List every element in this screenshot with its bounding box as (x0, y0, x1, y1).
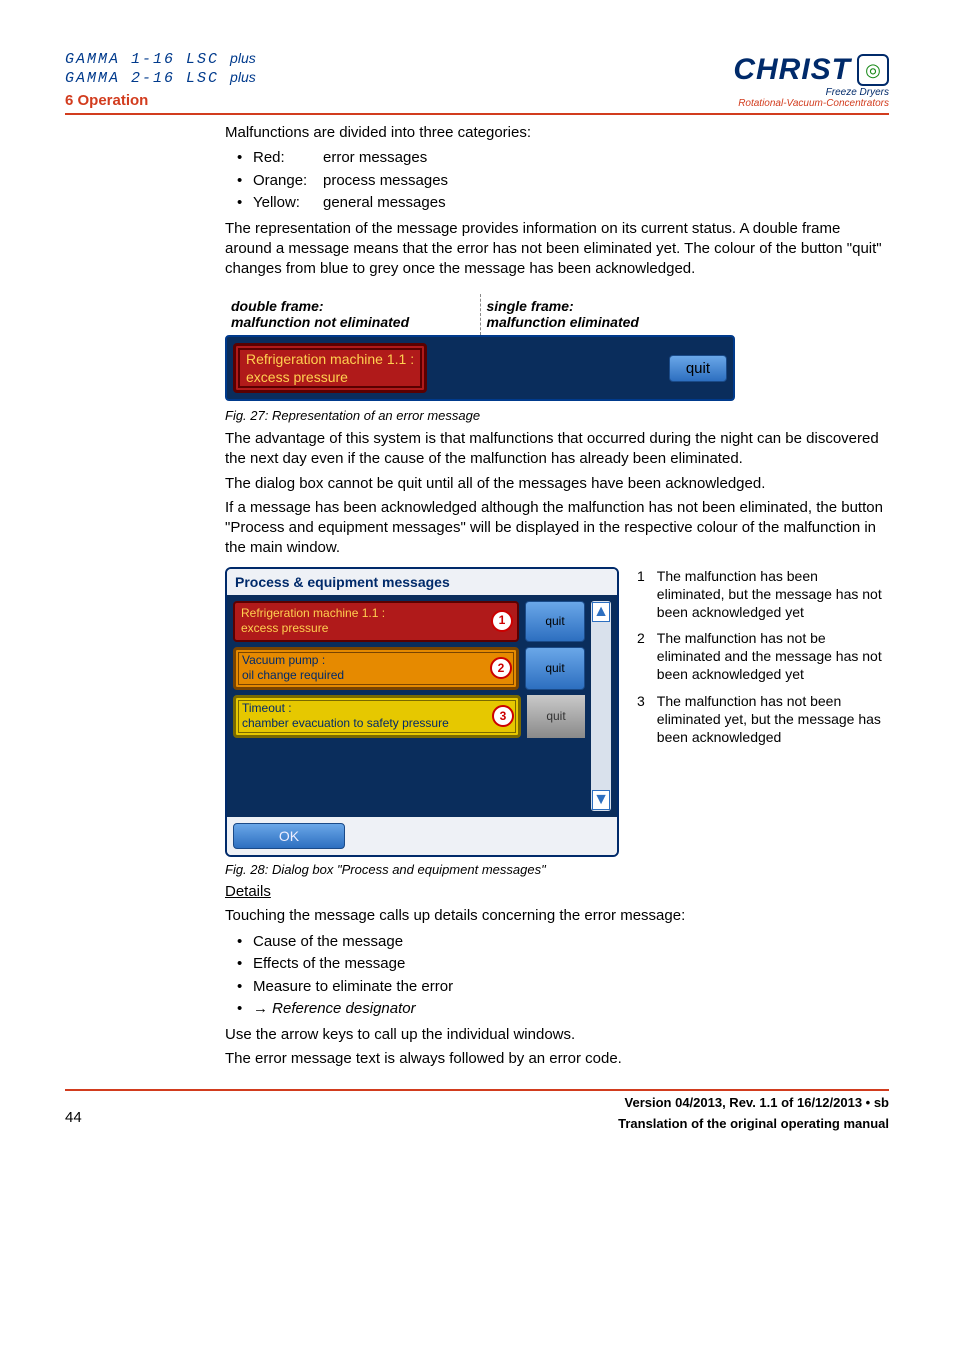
model-1: GAMMA 1-16 LSC (65, 51, 219, 68)
fig27-col-right: single frame: malfunction eliminated (481, 294, 736, 336)
fig27-col1b: malfunction not eliminated (231, 314, 409, 330)
mid-p2: The dialog box cannot be quit until all … (225, 474, 889, 494)
figure-28-dialog: Process & equipment messages Refrigerati… (225, 567, 619, 857)
scroll-up-icon[interactable]: ▲ (592, 602, 610, 622)
list-item: Cause of the message (233, 931, 889, 954)
message-list: Refrigeration machine 1.1 : excess press… (233, 601, 585, 811)
list-item: → Reference designator (233, 998, 889, 1021)
cat-label: Red: (253, 147, 323, 170)
msg-red[interactable]: Refrigeration machine 1.1 : excess press… (233, 601, 519, 642)
row-l2: excess pressure (241, 621, 328, 635)
row-l1: Timeout : (242, 701, 292, 715)
fig27-col1a: double frame: (231, 298, 324, 314)
message-row: Refrigeration machine 1.1 : excess press… (233, 601, 585, 642)
list-item: Orange:process messages (233, 170, 889, 193)
figure-27: double frame: malfunction not eliminated… (225, 294, 735, 402)
details-heading: Details (225, 882, 889, 902)
figure-28-wrap: Process & equipment messages Refrigerati… (225, 567, 889, 857)
row-l2: chamber evacuation to safety pressure (242, 716, 449, 730)
legend-item: 3 The malfunction has not been eliminate… (637, 692, 889, 747)
msg-line2: excess pressure (246, 369, 348, 385)
cat-desc: error messages (323, 149, 427, 166)
cat-desc: general messages (323, 194, 446, 211)
message-row: Vacuum pump : oil change required 2 quit (233, 647, 585, 690)
legend-text: The malfunction has not been eliminated … (657, 692, 889, 747)
msg-line1: Refrigeration machine 1.1 : (246, 351, 414, 367)
callout-2-icon: 2 (490, 657, 512, 679)
page-number: 44 (65, 1109, 82, 1126)
list-item: Yellow:general messages (233, 192, 889, 215)
fig27-body: Refrigeration machine 1.1 : excess press… (225, 335, 735, 401)
cat-label: Yellow: (253, 192, 323, 215)
row-l2: oil change required (242, 668, 344, 682)
quit-button[interactable]: quit (525, 647, 585, 690)
fig28-caption: Fig. 28: Dialog box "Process and equipme… (225, 861, 889, 879)
category-list: Red:error messages Orange:process messag… (225, 147, 889, 215)
row-l1: Vacuum pump : (242, 653, 325, 667)
legend-num: 1 (637, 567, 645, 622)
message-row: Timeout : chamber evacuation to safety p… (233, 695, 585, 738)
details-list: Cause of the message Effects of the mess… (225, 931, 889, 1021)
logo-subtitle: Freeze Dryers Rotational-Vacuum-Concentr… (733, 87, 889, 109)
quit-button[interactable]: quit (525, 601, 585, 642)
dialog-footer: OK (227, 817, 617, 855)
legend-item: 1 The malfunction has been eliminated, b… (637, 567, 889, 622)
mid-p3: If a message has been acknowledged altho… (225, 498, 889, 559)
fig27-caption: Fig. 27: Representation of an error mess… (225, 407, 889, 425)
page-header: GAMMA 1-16 LSC plus GAMMA 2-16 LSC plus … (65, 50, 889, 115)
quit-button-disabled[interactable]: quit (527, 695, 585, 738)
translation-line: Translation of the original operating ma… (618, 1116, 889, 1131)
header-left: GAMMA 1-16 LSC plus GAMMA 2-16 LSC plus … (65, 50, 256, 109)
dialog-body: Refrigeration machine 1.1 : excess press… (227, 595, 617, 817)
logo-text: CHRIST (733, 53, 851, 87)
figure-28-legend: 1 The malfunction has been eliminated, b… (637, 567, 889, 857)
plus-1: plus (230, 50, 256, 66)
error-message-box[interactable]: Refrigeration machine 1.1 : excess press… (233, 343, 427, 393)
cat-label: Orange: (253, 170, 323, 193)
legend-num: 3 (637, 692, 645, 747)
list-item: Measure to eliminate the error (233, 976, 889, 999)
list-item: Red:error messages (233, 147, 889, 170)
dialog-title: Process & equipment messages (227, 569, 617, 595)
details-tail-1: Use the arrow keys to call up the indivi… (225, 1025, 889, 1045)
quit-button[interactable]: quit (669, 355, 727, 382)
reference-designator: Reference designator (272, 1000, 415, 1017)
logo-sub-1: Freeze Dryers (826, 87, 889, 98)
fig27-labels: double frame: malfunction not eliminated… (225, 294, 735, 336)
model-2: GAMMA 2-16 LSC (65, 70, 219, 87)
logo-sub-2: Rotational-Vacuum-Concentrators (738, 98, 889, 109)
scroll-down-icon[interactable]: ▼ (592, 790, 610, 810)
legend-item: 2 The malfunction has not be eliminated … (637, 629, 889, 684)
legend-text: The malfunction has not be eliminated an… (657, 629, 889, 684)
list-item: Effects of the message (233, 953, 889, 976)
mid-p1: The advantage of this system is that mal… (225, 429, 889, 470)
intro-para-2: The representation of the message provid… (225, 219, 889, 280)
logo-block: CHRIST ◎ Freeze Dryers Rotational-Vacuum… (733, 53, 889, 109)
row-l1: Refrigeration machine 1.1 : (241, 606, 385, 620)
details-tail-2: The error message text is always followe… (225, 1049, 889, 1069)
ok-button[interactable]: OK (233, 823, 345, 849)
logo-badge-icon: ◎ (857, 54, 889, 86)
scrollbar[interactable]: ▲ ▼ (591, 601, 611, 811)
section-title: 6 Operation (65, 92, 256, 109)
msg-yellow[interactable]: Timeout : chamber evacuation to safety p… (233, 695, 521, 738)
footer-right: Version 04/2013, Rev. 1.1 of 16/12/2013 … (618, 1095, 889, 1131)
callout-3-icon: 3 (492, 705, 514, 727)
plus-2: plus (230, 69, 256, 85)
page-footer: 44 Version 04/2013, Rev. 1.1 of 16/12/20… (65, 1089, 889, 1131)
version-line: Version 04/2013, Rev. 1.1 of 16/12/2013 … (618, 1095, 889, 1110)
details-lead: Touching the message calls up details co… (225, 906, 889, 926)
intro-line: Malfunctions are divided into three cate… (225, 123, 889, 143)
cat-desc: process messages (323, 172, 448, 189)
fig27-col-left: double frame: malfunction not eliminated (225, 294, 481, 336)
fig27-col2a: single frame: (487, 298, 574, 314)
msg-orange[interactable]: Vacuum pump : oil change required 2 (233, 647, 519, 690)
fig27-col2b: malfunction eliminated (487, 314, 639, 330)
callout-1-icon: 1 (491, 610, 513, 632)
legend-num: 2 (637, 629, 645, 684)
model-lines: GAMMA 1-16 LSC plus GAMMA 2-16 LSC plus (65, 50, 256, 88)
legend-text: The malfunction has been eliminated, but… (657, 567, 889, 622)
main-content: Malfunctions are divided into three cate… (225, 123, 889, 1069)
